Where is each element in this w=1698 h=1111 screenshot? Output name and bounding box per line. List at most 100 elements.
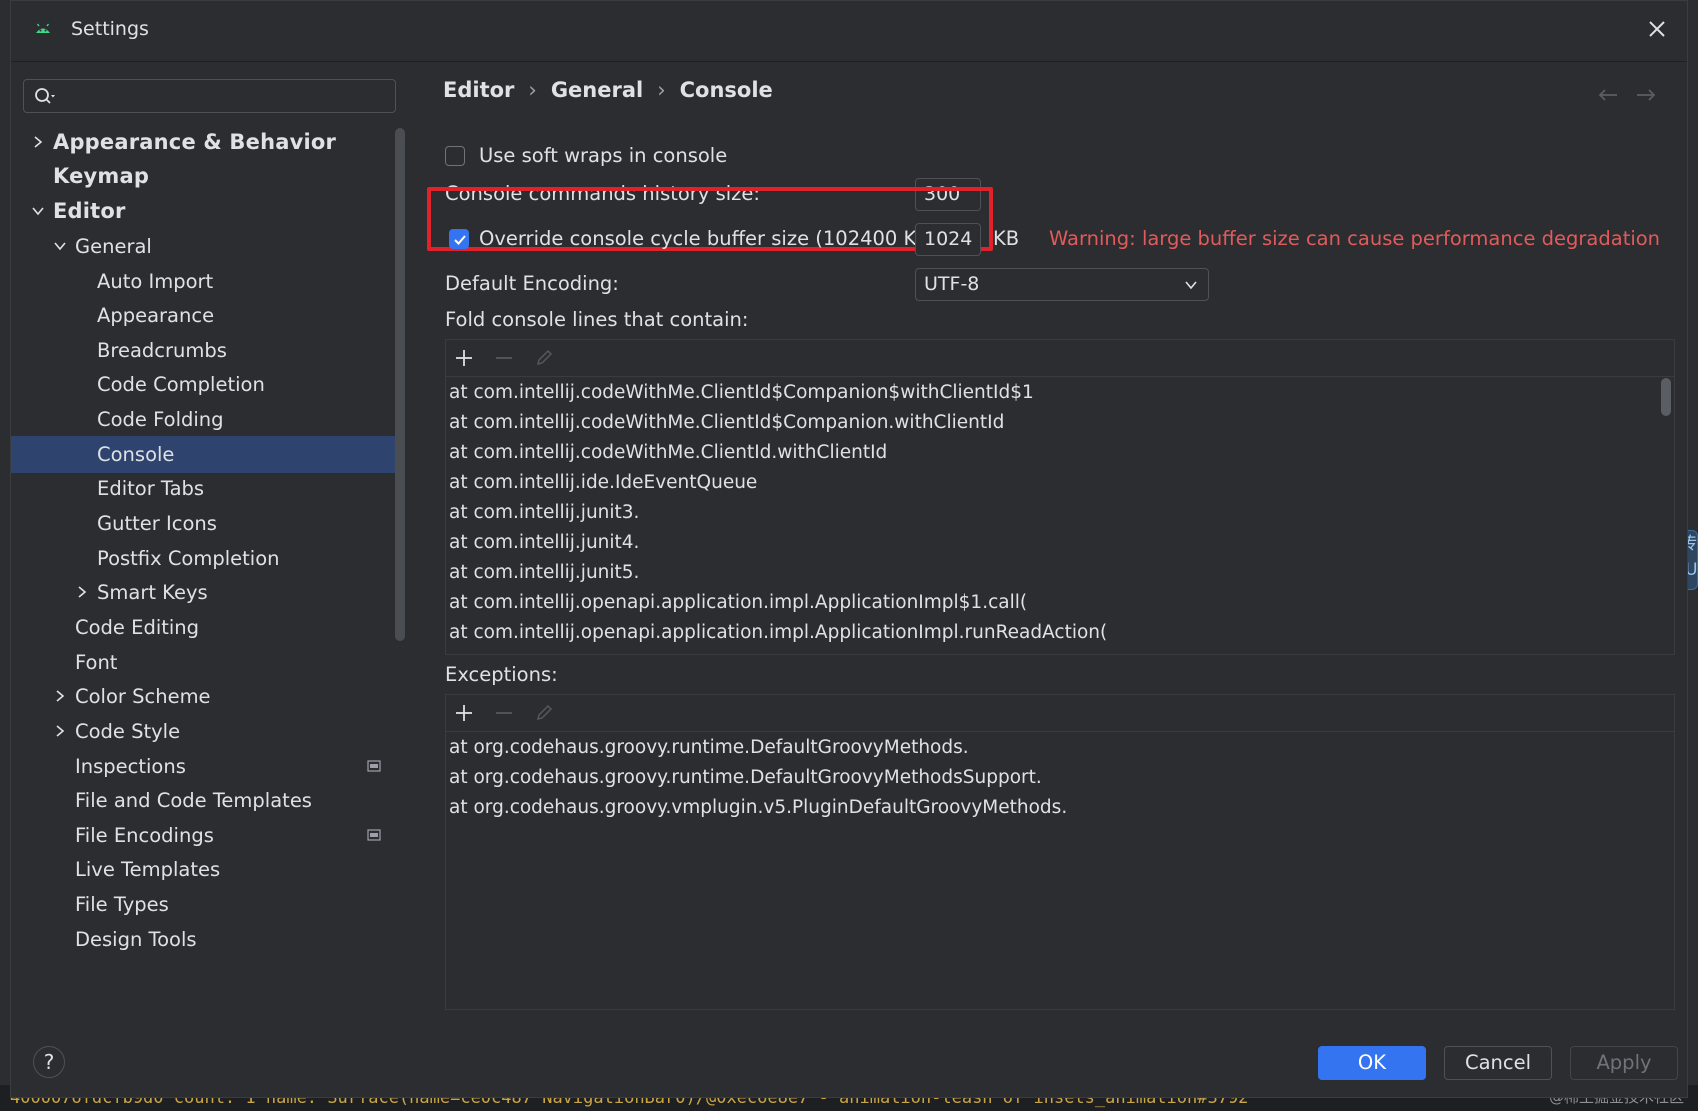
settings-dialog: Settings Appearance & Behavior Keymap Ed… [10,0,1688,1098]
project-scope-icon [367,829,381,841]
exception-row[interactable]: at org.codehaus.groovy.runtime.DefaultGr… [449,734,969,762]
override-buffer-checkbox[interactable] [449,229,469,249]
tree-item-appearance[interactable]: Appearance [11,297,403,334]
edit-pencil-icon[interactable] [534,703,554,723]
chevron-down-icon[interactable] [53,239,67,253]
tree-item-code-completion[interactable]: Code Completion [11,366,403,403]
tree-item-file-code-templates[interactable]: File and Code Templates [11,782,403,819]
breadcrumb: Editor › General › Console [443,78,773,102]
fold-lines-panel: at com.intellij.codeWithMe.ClientId$Comp… [445,339,1675,655]
title-bar: Settings [11,1,1687,62]
edit-pencil-icon[interactable] [534,348,554,368]
encoding-select[interactable]: UTF-8 [915,268,1209,301]
tree-item-file-types[interactable]: File Types [11,886,403,923]
tree-item-label: Auto Import [97,270,214,293]
fold-line-row[interactable]: at com.intellij.junit5. [449,559,639,587]
tree-item-code-editing[interactable]: Code Editing [11,609,403,646]
tree-item-label: Console [97,443,175,466]
window-title: Settings [71,18,149,40]
fold-line-row[interactable]: at com.intellij.codeWithMe.ClientId$Comp… [449,379,1034,407]
breadcrumb-item: Console [679,78,773,102]
fold-line-row[interactable]: at com.intellij.junit3. [449,499,639,527]
history-size-label: Console commands history size: [445,182,760,205]
fold-line-row[interactable]: at com.intellij.codeWithMe.ClientId.with… [449,439,887,467]
tree-item-keymap[interactable]: Keymap [11,158,403,195]
tree-item-editor-tabs[interactable]: Editor Tabs [11,470,403,507]
buffer-size-input[interactable]: 1024 [915,223,981,256]
tree-item-general[interactable]: General [11,228,403,265]
forward-arrow-icon[interactable] [1635,86,1657,104]
chevron-right-icon[interactable] [53,724,67,738]
chevron-right-icon[interactable] [53,689,67,703]
search-icon [35,88,55,104]
tree-item-label: Breadcrumbs [97,339,227,362]
breadcrumb-item[interactable]: General [551,78,643,102]
breadcrumb-item[interactable]: Editor [443,78,514,102]
tree-item-editor[interactable]: Editor [11,193,403,230]
fold-line-row[interactable]: at com.intellij.codeWithMe.ClientId$Comp… [449,409,1004,437]
tree-scrollbar[interactable] [395,128,405,641]
exception-row[interactable]: at org.codehaus.groovy.runtime.DefaultGr… [449,764,1042,792]
apply-button[interactable]: Apply [1570,1046,1678,1080]
back-arrow-icon[interactable] [1597,86,1619,104]
soft-wraps-checkbox[interactable] [445,146,465,166]
encoding-selected-value: UTF-8 [924,273,980,295]
search-input[interactable] [62,84,386,110]
add-icon[interactable] [454,703,474,723]
tree-item-label: General [75,235,152,258]
tree-item-label: Gutter Icons [97,512,217,535]
fold-line-row[interactable]: at com.intellij.openapi.application.impl… [449,589,1027,617]
close-icon[interactable] [1645,17,1669,41]
exception-row[interactable]: at org.codehaus.groovy.vmplugin.v5.Plugi… [449,794,1067,822]
add-icon[interactable] [454,348,474,368]
history-size-input[interactable]: 300 [915,178,981,211]
background-left-strip [0,0,10,1111]
tree-item-color-scheme[interactable]: Color Scheme [11,678,403,715]
fold-lines-scrollbar[interactable] [1661,378,1671,416]
tree-item-console[interactable]: Console [11,436,403,473]
tree-item-label: Live Templates [75,858,221,881]
tree-item-code-style[interactable]: Code Style [11,713,403,750]
tree-item-label: Design Tools [75,928,197,951]
tree-item-font[interactable]: Font [11,644,403,681]
remove-icon[interactable] [494,348,514,368]
exceptions-panel: at org.codehaus.groovy.runtime.DefaultGr… [445,694,1675,1010]
chevron-right-icon[interactable] [31,135,45,149]
tree-item-breadcrumbs[interactable]: Breadcrumbs [11,332,403,369]
tree-item-file-encodings[interactable]: File Encodings [11,817,403,854]
settings-search[interactable] [23,79,396,113]
tree-item-live-templates[interactable]: Live Templates [11,851,403,888]
tree-item-label: File Encodings [75,824,214,847]
exceptions-label: Exceptions: [445,663,558,686]
ok-button[interactable]: OK [1318,1046,1426,1080]
fold-line-row[interactable]: at com.intellij.junit4. [449,529,639,557]
checkmark-icon [454,235,466,245]
fold-lines-toolbar [446,340,1674,377]
breadcrumb-separator: › [528,78,537,102]
android-studio-icon [36,23,50,33]
tree-item-appearance-behavior[interactable]: Appearance & Behavior [11,124,403,161]
tree-item-gutter-icons[interactable]: Gutter Icons [11,505,403,542]
tree-item-label: Appearance [97,304,215,327]
tree-item-smart-keys[interactable]: Smart Keys [11,574,403,611]
tree-item-label: Appearance & Behavior [53,130,337,154]
tree-item-design-tools[interactable]: Design Tools [11,921,403,958]
tree-item-postfix-completion[interactable]: Postfix Completion [11,540,403,577]
tree-item-label: Code Editing [75,616,200,639]
tree-item-label: File Types [75,893,169,916]
tree-item-label: Color Scheme [75,685,211,708]
tree-item-auto-import[interactable]: Auto Import [11,263,403,300]
remove-icon[interactable] [494,703,514,723]
chevron-right-icon[interactable] [75,585,89,599]
cancel-button[interactable]: Cancel [1444,1046,1552,1080]
fold-line-row[interactable]: at com.intellij.openapi.application.impl… [449,619,1107,647]
help-button[interactable]: ? [33,1046,65,1078]
fold-lines-label: Fold console lines that contain: [445,308,749,331]
fold-line-row[interactable]: at com.intellij.ide.IdeEventQueue [449,469,757,497]
tree-item-inspections[interactable]: Inspections [11,748,403,785]
tree-item-label: Code Folding [97,408,224,431]
tree-item-code-folding[interactable]: Code Folding [11,401,403,438]
chevron-down-icon[interactable] [31,204,45,218]
tree-item-label: Postfix Completion [97,547,280,570]
buffer-warning-text: Warning: large buffer size can cause per… [1049,227,1661,250]
